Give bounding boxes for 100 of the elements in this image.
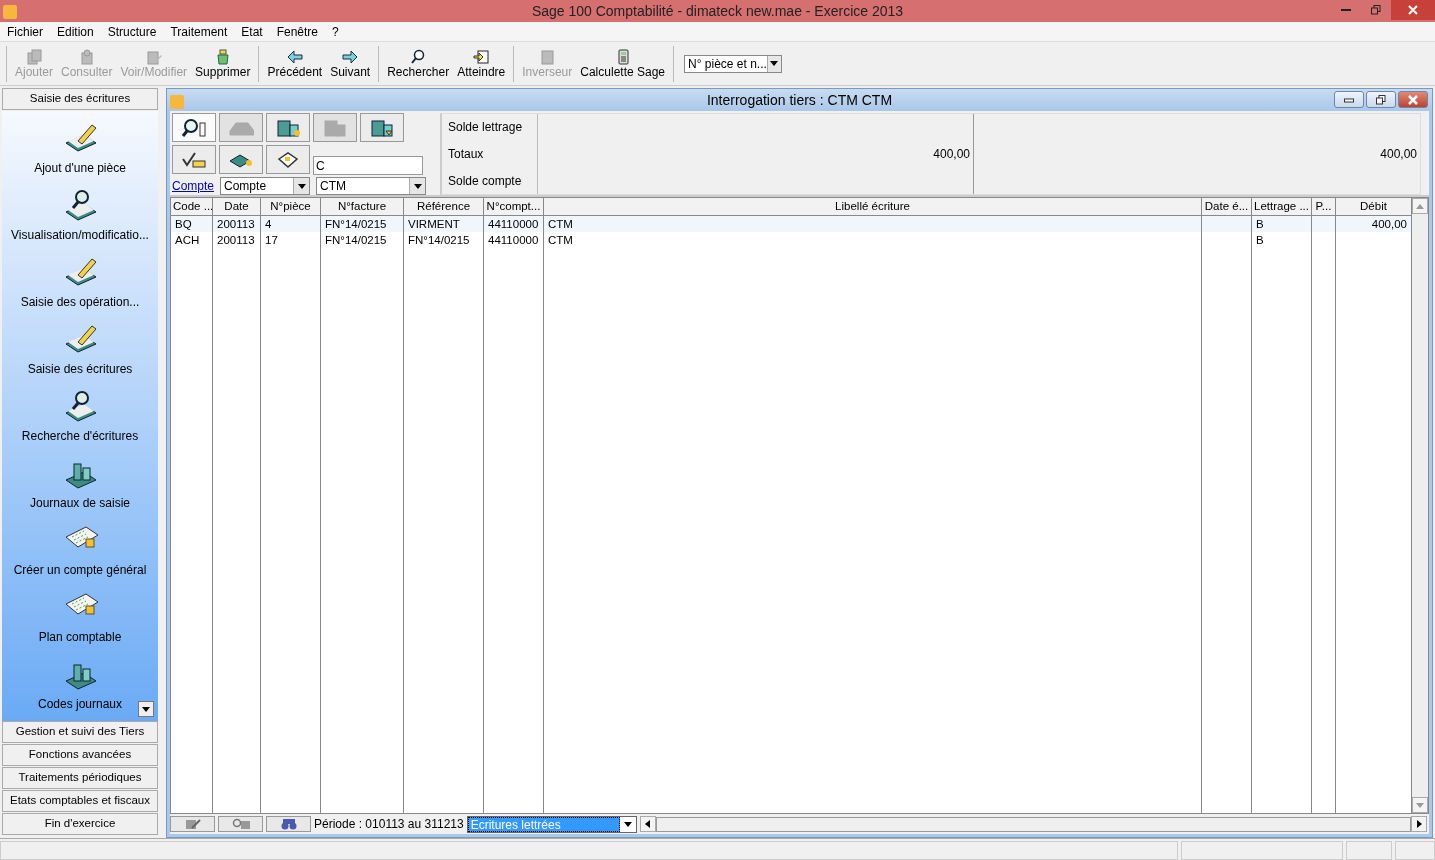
section-button[interactable]: Etats comptables et fiscaux [2,790,158,812]
column-header[interactable]: P... [1312,198,1336,216]
down-arrow-icon [1416,802,1424,808]
column-header[interactable]: Libellé écriture [544,198,1202,216]
tool-button[interactable] [172,113,216,142]
table-cell: B [1256,234,1264,246]
tool-button[interactable] [266,145,310,174]
column-header[interactable]: N°compt... [484,198,544,216]
toolbar-button[interactable]: Suivant [326,48,375,79]
toolbar-button[interactable]: Atteindre [453,48,510,79]
period-text: Période : 010113 au 311213 [314,816,464,833]
tool-button[interactable] [172,145,216,174]
dropdown-arrow-icon [142,706,150,712]
dropdown-arrow-icon [770,61,779,66]
window-icon [170,94,184,109]
magnifier-person-icon [181,116,207,139]
section-button[interactable]: Gestion et suivi des Tiers [2,721,158,743]
window-title: Interrogation tiers : CTM CTM [706,90,893,110]
restore-button[interactable] [1366,91,1396,108]
sidebar-item[interactable]: Journaux de saisie [29,456,131,513]
tool-button[interactable] [266,113,310,142]
table-cell: BQ [175,218,192,230]
tool-button[interactable] [219,145,263,174]
column-header[interactable]: N°facture [321,198,404,216]
sidebar-item[interactable]: Saisie des opération... [20,254,140,311]
menu-item[interactable]: Traitement [163,22,235,41]
close-icon [1408,94,1418,105]
scroll-down-button[interactable] [138,701,154,717]
app-icon [2,3,18,20]
horizontal-scrollbar[interactable] [655,816,1411,832]
section-button[interactable]: Saisie des écritures [2,88,158,110]
dropdown-arrow-icon [623,821,632,827]
dropdown-arrow-icon [413,183,422,189]
section-button[interactable]: Traitements périodiques [2,767,158,789]
sidebar-item[interactable]: Ajout d'une pièce [34,120,126,177]
sort-dropdown[interactable]: N° pièce et n... [684,54,782,73]
toolbar-button[interactable]: Rechercher [383,48,454,79]
close-icon [1408,5,1418,15]
close-button[interactable] [1391,0,1435,20]
sidebar-item[interactable]: Créer un compte général [13,523,147,580]
table-cell: VIRMENT [408,218,460,230]
page-icon [78,48,95,65]
sidebar-item[interactable]: Saisie des écritures [27,321,133,378]
column-header[interactable]: Lettrage ... [1252,198,1312,216]
column-header[interactable]: Date [213,198,261,216]
window-title: Sage 100 Comptabilité - dimateck new.mae - Exercice 2013 [531,1,904,21]
minimize-icon [1341,9,1351,11]
sidebar-item[interactable]: Visualisation/modificatio... [11,187,149,244]
table-cell: B [1256,218,1264,230]
table-cell: FN°14/0215 [325,234,387,246]
page-pencil-icon [145,48,162,65]
table-row[interactable]: BQ 200113 4 FN°14/0215 VIRMENT 44110000 CTM B 400,00 [171,216,1412,232]
search-icon [410,48,427,65]
account-link[interactable]: Compte [172,177,215,195]
column-header[interactable]: N°pièce [261,198,321,216]
scroll-right-button[interactable] [1411,816,1427,832]
section-button[interactable]: Fonctions avancées [2,744,158,766]
toolbar-button[interactable]: Supprimer [191,48,255,79]
table-cell: 400,00 [1371,218,1407,230]
summary-label: Solde compte [448,172,523,190]
scroll-left-button[interactable] [639,816,656,832]
footer-button[interactable] [170,816,215,832]
dropdown-arrow-icon [297,183,306,189]
table-cell: 44110000 [488,218,539,230]
table-cell: 17 [265,234,278,246]
account-type-dropdown[interactable]: Compte [220,177,311,195]
toolbar-button[interactable]: Précédent [263,48,327,79]
column-header[interactable]: Référence [404,198,484,216]
toolbar-button[interactable]: Calculette Sage [576,48,669,79]
left-arrow-icon [286,48,303,65]
debit-total: 400,00 [933,146,970,163]
column-header[interactable]: Date é... [1202,198,1252,216]
menu-item[interactable]: Fichier [0,22,50,41]
table-row[interactable]: ACH 200113 17 FN°14/0215 FN°14/0215 44110000 CTM B [171,232,1412,248]
footer-button[interactable] [218,816,263,832]
column-header[interactable]: Débit [1336,198,1412,216]
right-arrow-icon [342,48,359,65]
filter-field[interactable]: C [313,156,423,175]
sidebar-item[interactable]: Codes journaux [37,657,123,714]
copy-pages-icon [26,48,42,65]
summary-label: Totaux [448,146,485,163]
column-header[interactable]: Code ... [171,198,213,216]
sidebar-item[interactable]: Recherche d'écritures [21,389,139,445]
menu-item[interactable]: ? [325,22,346,41]
menu-item[interactable]: Edition [50,22,101,41]
restore-icon [1371,5,1381,15]
close-button[interactable] [1398,91,1428,108]
section-button[interactable]: Fin d'exercice [2,813,158,835]
account-dropdown[interactable]: CTM [316,177,427,195]
footer-button[interactable] [266,816,311,832]
summary-label: Solde lettrage [448,119,524,137]
sidebar-item[interactable]: Plan comptable [38,590,122,647]
scroll-up-button[interactable] [1412,198,1428,214]
status-bar-panel [1395,841,1435,860]
tool-button[interactable] [360,113,404,142]
table-cell: ACH [175,234,200,246]
minimize-icon [1344,96,1354,103]
menu-item[interactable]: Structure [100,22,164,41]
menu-item[interactable]: Fenêtre [269,22,326,41]
menu-item[interactable]: Etat [234,22,270,41]
